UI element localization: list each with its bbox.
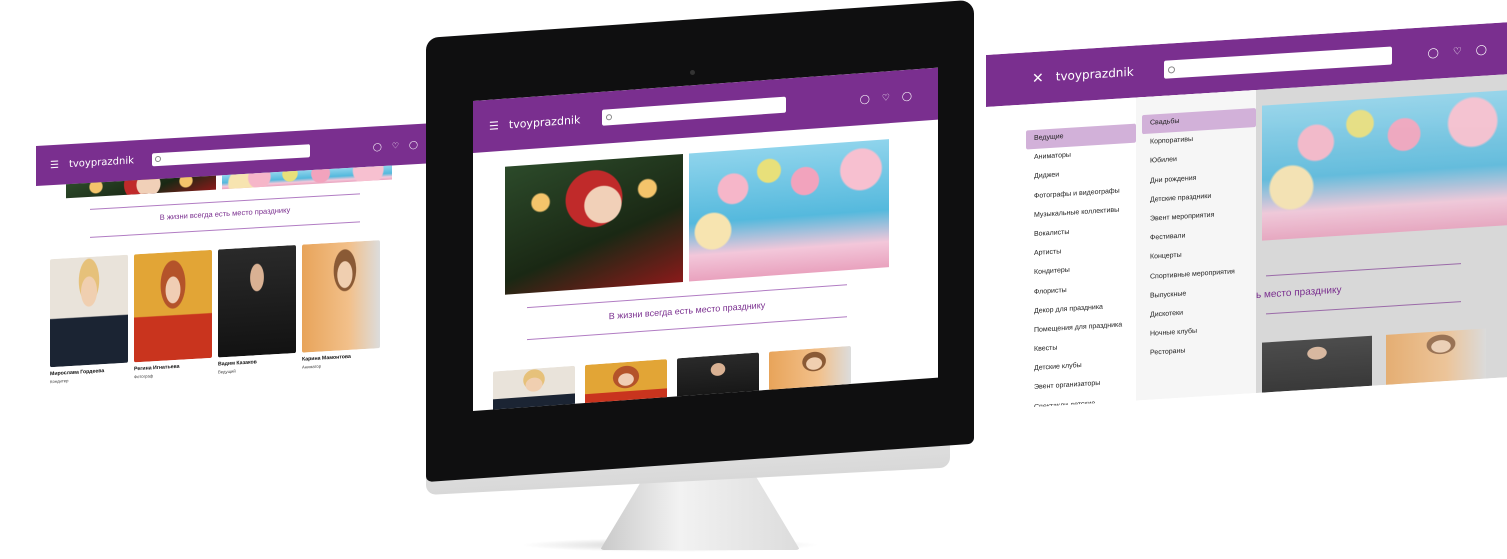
artist-card[interactable]: Карина Мамонтова Аниматор [302,240,380,370]
search-icon [1167,65,1175,74]
heart-icon[interactable]: ♡ [882,92,890,104]
artist-photo [302,240,380,353]
search-input[interactable] [1163,46,1392,79]
banner-image [1262,90,1507,241]
logo[interactable]: tvoyprazdnik [1056,65,1134,84]
center-screen: ☰ tvoyprazdnik ◯ ♡ ◯ В жизни всегда есть… [473,67,938,411]
heart-icon[interactable]: ♡ [1453,46,1462,58]
right-screen: ✕ tvoyprazdnik ◯ ♡ ◯ ь место празднику В… [986,22,1507,410]
user-icon[interactable]: ◯ [902,90,912,102]
heart-icon[interactable]: ♡ [392,141,399,150]
header-icons: ◯ ♡ ◯ [860,89,922,104]
user-icon[interactable]: ◯ [409,139,418,149]
divider [90,221,360,238]
slogan: В жизни всегда есть место празднику [159,205,291,222]
banner-carousel [505,139,889,295]
artist-photo [218,245,296,358]
search-input[interactable] [151,143,310,166]
artist-card[interactable] [493,365,575,411]
artist-card[interactable]: Вадим Казаков Ведущий [218,245,296,375]
artist-photo [493,365,575,411]
artist-card[interactable]: Регина Игнатьева Фотограф [134,249,212,379]
banner-image[interactable] [689,139,889,282]
slogan: В жизни всегда есть место празднику [608,300,766,322]
artist-photo [1262,335,1372,393]
user-icon[interactable]: ◯ [1476,44,1487,56]
menu-events: Свадьбы Корпоративы Юбилеи Дни рождения … [1136,90,1256,401]
logo[interactable]: tvoyprazdnik [509,113,580,131]
menu-categories: Ведущие Аниматоры Диджеи Фотографы и вид… [986,98,1136,410]
search-input[interactable] [602,96,787,126]
artist-photo [1386,328,1486,385]
close-icon[interactable]: ✕ [1032,69,1044,87]
chat-icon[interactable]: ◯ [1428,47,1439,59]
header-icons: ◯ ♡ ◯ [1428,44,1491,59]
chat-icon[interactable]: ◯ [373,142,382,152]
mockup-stage: ☰ tvoyprazdnik ◯ ♡ ◯ В жизни всегда есть… [0,0,1507,559]
header-icons: ◯ ♡ ◯ [373,139,428,151]
left-screen: ☰ tvoyprazdnik ◯ ♡ ◯ В жизни всегда есть… [36,88,442,405]
artist-photo [134,249,212,363]
search-icon [606,114,613,121]
artist-card[interactable]: Мирослава Гордеева Кондитер [50,254,128,384]
camera-icon [690,70,695,75]
logo[interactable]: tvoyprazdnik [69,155,134,170]
banner-image[interactable] [505,153,683,295]
menu-icon[interactable]: ☰ [489,119,499,133]
artist-photo [50,254,128,368]
search-icon [154,155,161,163]
menu-icon[interactable]: ☰ [50,159,59,171]
artist-cards: Мирослава Гордеева Кондитер Регина Игнат… [50,240,380,384]
category-menu: Ведущие Аниматоры Диджеи Фотографы и вид… [986,90,1256,410]
chat-icon[interactable]: ◯ [860,93,870,105]
